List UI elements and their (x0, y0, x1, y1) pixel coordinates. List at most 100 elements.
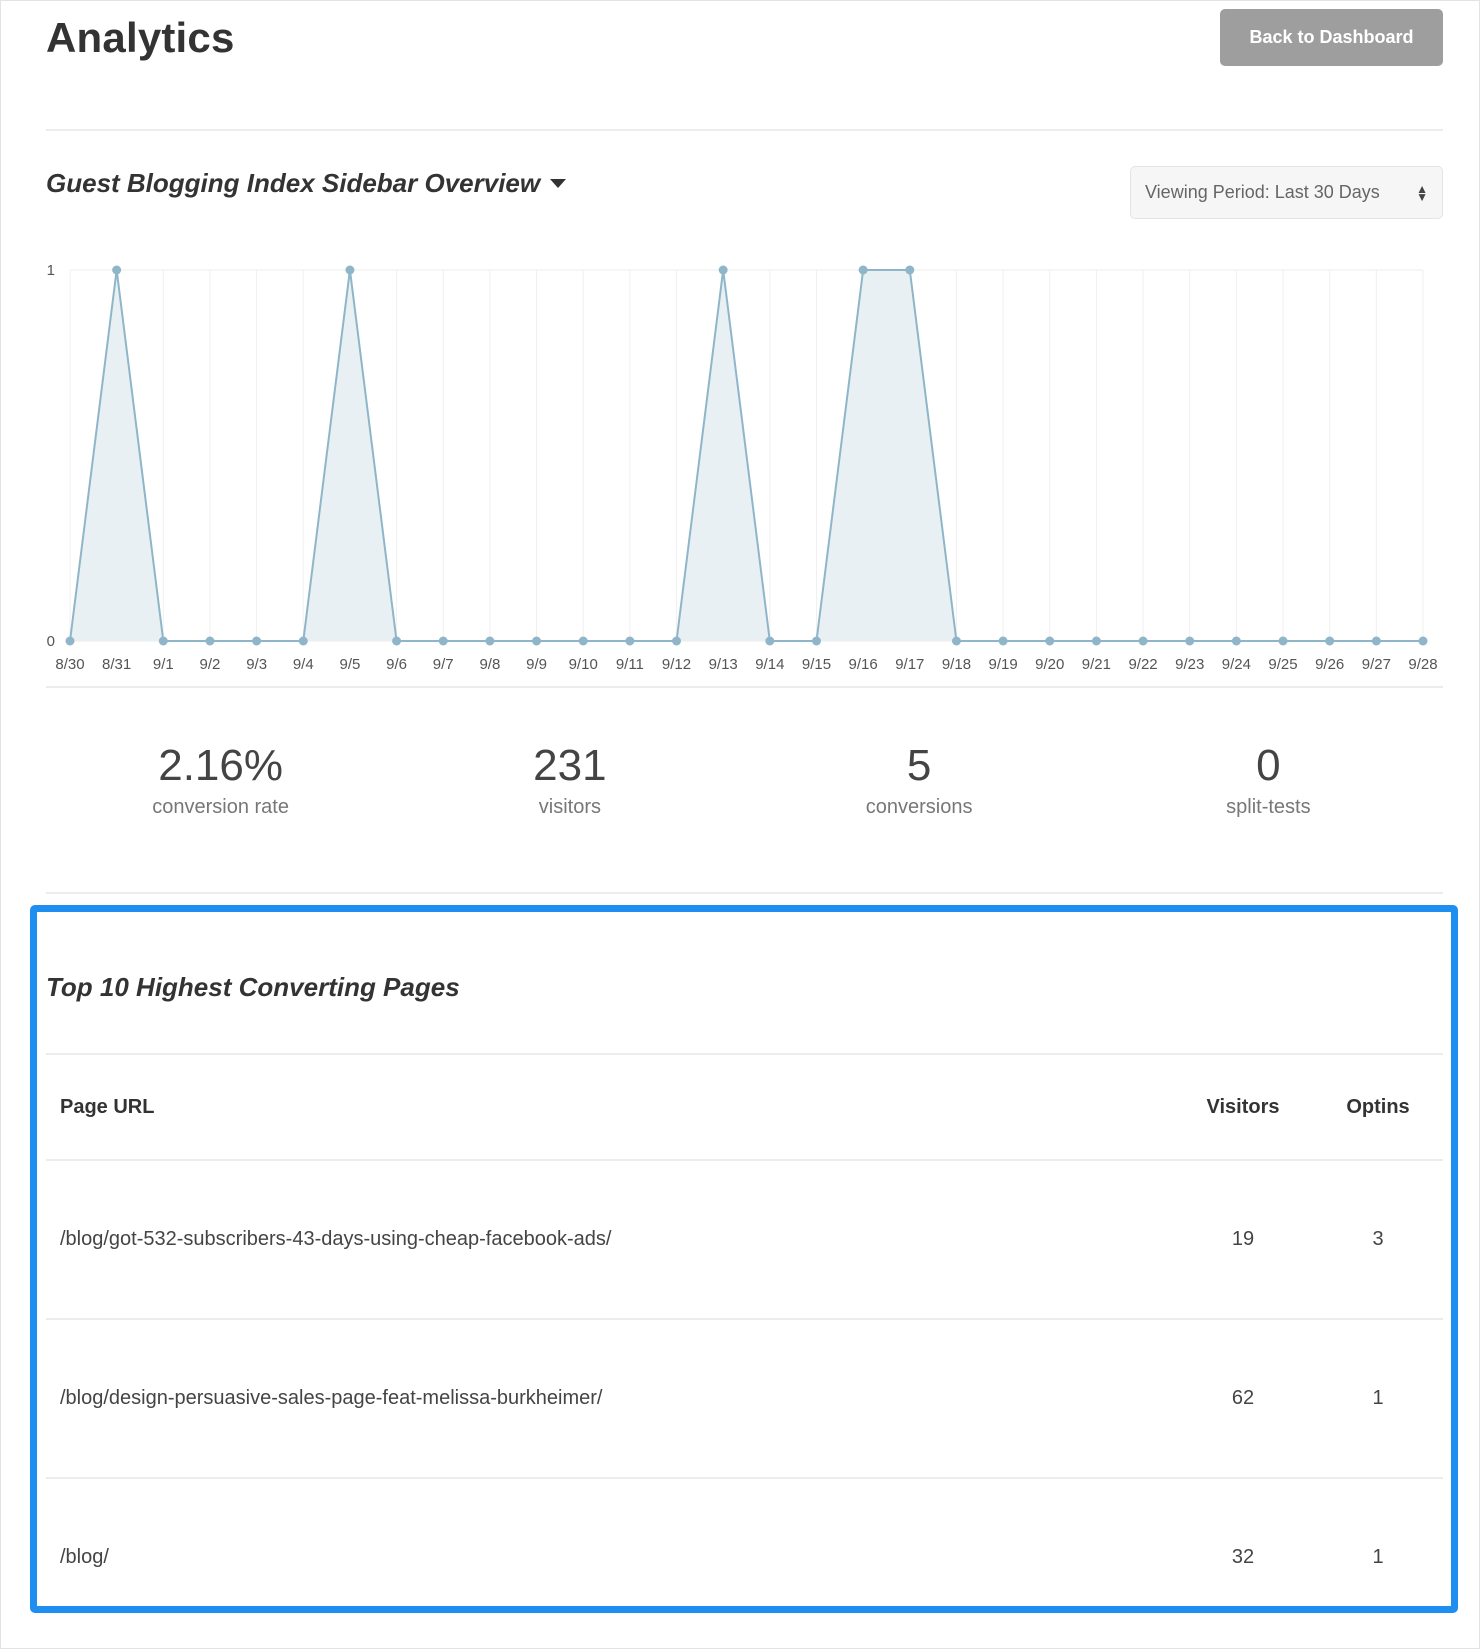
stat-value: 231 (533, 741, 607, 790)
chart-point-9-18 (951, 636, 961, 646)
page-url-cell: /blog/design-persuasive-sales-page-feat-… (46, 1318, 1173, 1478)
stat-label: conversions (865, 796, 973, 818)
chart-point-9-7 (438, 636, 448, 646)
chart-point-9-16 (858, 265, 868, 275)
chart-point-9-10 (578, 636, 588, 646)
chart-point-9-20 (1045, 636, 1055, 646)
stat-conversion-rate: 2.16% conversion rate (46, 740, 395, 819)
stat-visitors: 231 visitors (395, 740, 744, 819)
chart-x-tick-label: 9/2 (200, 656, 221, 673)
overview-title-text: Guest Blogging Index Sidebar Overview (46, 168, 541, 198)
chart-point-9-9 (532, 636, 542, 646)
optins-cell: 3 (1313, 1159, 1443, 1319)
table-header-row: Page URL Visitors Optins (46, 1053, 1443, 1160)
chart-point-9-3 (252, 636, 262, 646)
stat-value: 2.16% (158, 741, 283, 790)
stats-row: 2.16% conversion rate 231 visitors 5 con… (46, 740, 1443, 819)
chart-point-9-2 (205, 636, 215, 646)
page-url-cell: /blog/got-532-subscribers-43-days-using-… (46, 1159, 1173, 1319)
updown-arrows-icon: ▲ ▼ (1416, 181, 1428, 204)
top-pages-table: Page URL Visitors Optins /blog/got-532-s… (46, 1053, 1443, 1636)
overview-chart: 8/30 8/31 9/1 9/2 9/3 9/4 9/5 9/6 9/7 9/8 9/9 9/10 9… (47, 262, 1438, 673)
chart-x-tick-label: 9/17 (895, 656, 924, 673)
chart-x-tick-label: 9/24 (1222, 656, 1251, 673)
chart-x-tick-label: 9/1 (153, 656, 174, 673)
chart-point-9-6 (392, 636, 402, 646)
visitors-cell: 19 (1173, 1159, 1313, 1319)
chart-divider (46, 686, 1443, 688)
chart-point-9-23 (1185, 636, 1195, 646)
visitors-cell: 62 (1173, 1318, 1313, 1478)
chart-point-9-14 (765, 636, 775, 646)
chart-point-9-19 (998, 636, 1008, 646)
chart-point-9-27 (1371, 636, 1381, 646)
chart-point-8-31 (112, 265, 122, 275)
stat-value: 0 (1256, 741, 1281, 790)
stat-value: 5 (906, 741, 932, 790)
chart-x-tick-label: 9/9 (526, 656, 547, 673)
column-header-optins: Optins (1313, 1053, 1443, 1160)
overview-title-dropdown[interactable]: Guest Blogging Index Sidebar Overview (46, 168, 567, 199)
chart-x-tick-label: 9/12 (662, 656, 691, 673)
optins-cell: 1 (1313, 1318, 1443, 1478)
stat-label: conversion rate (152, 796, 289, 818)
chart-x-tick-label: 9/8 (479, 656, 500, 673)
chart-point-9-5 (345, 265, 355, 275)
chart-x-tick-label: 9/22 (1128, 656, 1157, 673)
chart-x-tick-label: 9/28 (1408, 656, 1437, 673)
chart-point-9-1 (158, 636, 168, 646)
chart-x-tick-label: 9/25 (1268, 656, 1297, 673)
chart-x-tick-label: 9/10 (569, 656, 598, 673)
chart-x-tick-label: 9/27 (1362, 656, 1391, 673)
chart-y-tick-label: 0 (47, 633, 55, 650)
chart-point-9-12 (672, 636, 682, 646)
chart-x-tick-label: 9/21 (1082, 656, 1111, 673)
chart-x-tick-label: 9/26 (1315, 656, 1344, 673)
chart-x-tick-label: 9/13 (709, 656, 738, 673)
header-divider (46, 129, 1443, 131)
visitors-cell: 32 (1173, 1477, 1313, 1636)
chart-x-tick-label: 9/15 (802, 656, 831, 673)
page-title: Analytics (46, 14, 235, 61)
chart-x-tick-label: 9/6 (386, 656, 407, 673)
column-header-visitors: Visitors (1173, 1053, 1313, 1160)
chart-x-tick-label: 9/3 (246, 656, 267, 673)
chart-point-9-11 (625, 636, 635, 646)
chart-x-tick-label: 9/23 (1175, 656, 1204, 673)
table-row: /blog/design-persuasive-sales-page-feat-… (46, 1318, 1443, 1478)
chart-point-9-4 (298, 636, 308, 646)
table-row: /blog/ 32 1 (46, 1477, 1443, 1636)
chart-x-tick-labels: 8/30 8/31 9/1 9/2 9/3 9/4 9/5 9/6 9/7 9/8 9/9 9/10 9… (55, 656, 1437, 673)
stat-conversions: 5 conversions (745, 740, 1094, 819)
stat-split-tests: 0 split-tests (1094, 740, 1443, 819)
chart-y-tick-labels: 01 (47, 262, 55, 650)
chart-point-9-24 (1231, 636, 1241, 646)
chart-x-tick-label: 9/16 (849, 656, 878, 673)
optins-cell: 1 (1313, 1477, 1443, 1636)
chart-point-9-21 (1091, 636, 1101, 646)
viewing-period-select[interactable]: Viewing Period: Last 30 Days ▲ ▼ (1130, 166, 1443, 219)
top-pages-title: Top 10 Highest Converting Pages (46, 972, 460, 1002)
chart-point-9-13 (718, 265, 728, 275)
chart-x-tick-label: 9/14 (755, 656, 784, 673)
back-to-dashboard-button[interactable]: Back to Dashboard (1220, 9, 1443, 66)
viewing-period-value: Viewing Period: Last 30 Days (1145, 182, 1380, 202)
stat-label: split-tests (1226, 796, 1311, 818)
stat-label: visitors (538, 796, 601, 818)
chart-point-9-22 (1138, 636, 1148, 646)
chart-x-tick-label: 8/31 (102, 656, 131, 673)
caret-down-icon (550, 179, 567, 188)
chart-x-tick-label: 9/4 (293, 656, 314, 673)
chart-point-9-15 (811, 636, 821, 646)
chart-y-tick-label: 1 (47, 262, 55, 279)
table-row: /blog/got-532-subscribers-43-days-using-… (46, 1159, 1443, 1319)
column-header-page-url: Page URL (46, 1053, 1173, 1160)
chart-x-tick-label: 8/30 (55, 656, 84, 673)
chart-point-9-25 (1278, 636, 1288, 646)
chart-point-9-17 (905, 265, 915, 275)
chart-point-9-28 (1418, 636, 1428, 646)
chart-point-8-30 (65, 636, 75, 646)
chart-x-tick-label: 9/5 (340, 656, 361, 673)
chart-point-9-8 (485, 636, 495, 646)
chart-x-tick-label: 9/7 (433, 656, 454, 673)
